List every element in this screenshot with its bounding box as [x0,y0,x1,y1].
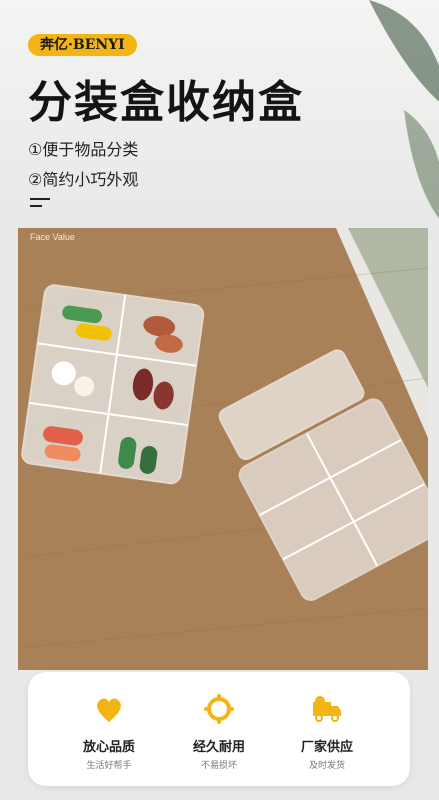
product-illustration [18,228,428,670]
benefit-subtitle: 不易损坏 [200,761,237,771]
header-area: 奔亿·BENYI 分装盒收纳盒 ①便于物品分类 ②简约小巧外观 [0,0,439,240]
brand-badge: 奔亿·BENYI [28,34,137,56]
benefit-subtitle: 及时发货 [308,761,345,771]
page-title: 分装盒收纳盒 [28,77,304,128]
feature-line-2: ②简约小巧外观 [28,170,139,189]
watermark-text: Face Value [30,232,75,242]
benefit-title: 经久耐用 [192,740,245,755]
benefit-supply: 厂家供应 及时发货 [272,672,382,771]
benefit-quality: 放心品质 生活好帮手 [54,672,164,771]
menu-icon[interactable] [30,198,50,212]
leaf-decoration-icon [369,0,439,219]
truck-icon [313,696,341,722]
feature-line-1: ①便于物品分类 [28,140,139,159]
benefit-title: 放心品质 [82,740,135,755]
benefit-subtitle: 生活好帮手 [86,761,132,771]
benefit-durable: 经久耐用 不易损坏 [164,672,274,771]
ring-icon [204,694,234,724]
benefit-title: 厂家供应 [300,740,353,755]
pill-box-filled [21,284,205,485]
heart-icon [97,698,121,722]
product-photo: Face Value [18,228,428,670]
benefits-card: 放心品质 生活好帮手 经久耐用 不易损坏 厂家供应 及时发货 [28,672,410,786]
